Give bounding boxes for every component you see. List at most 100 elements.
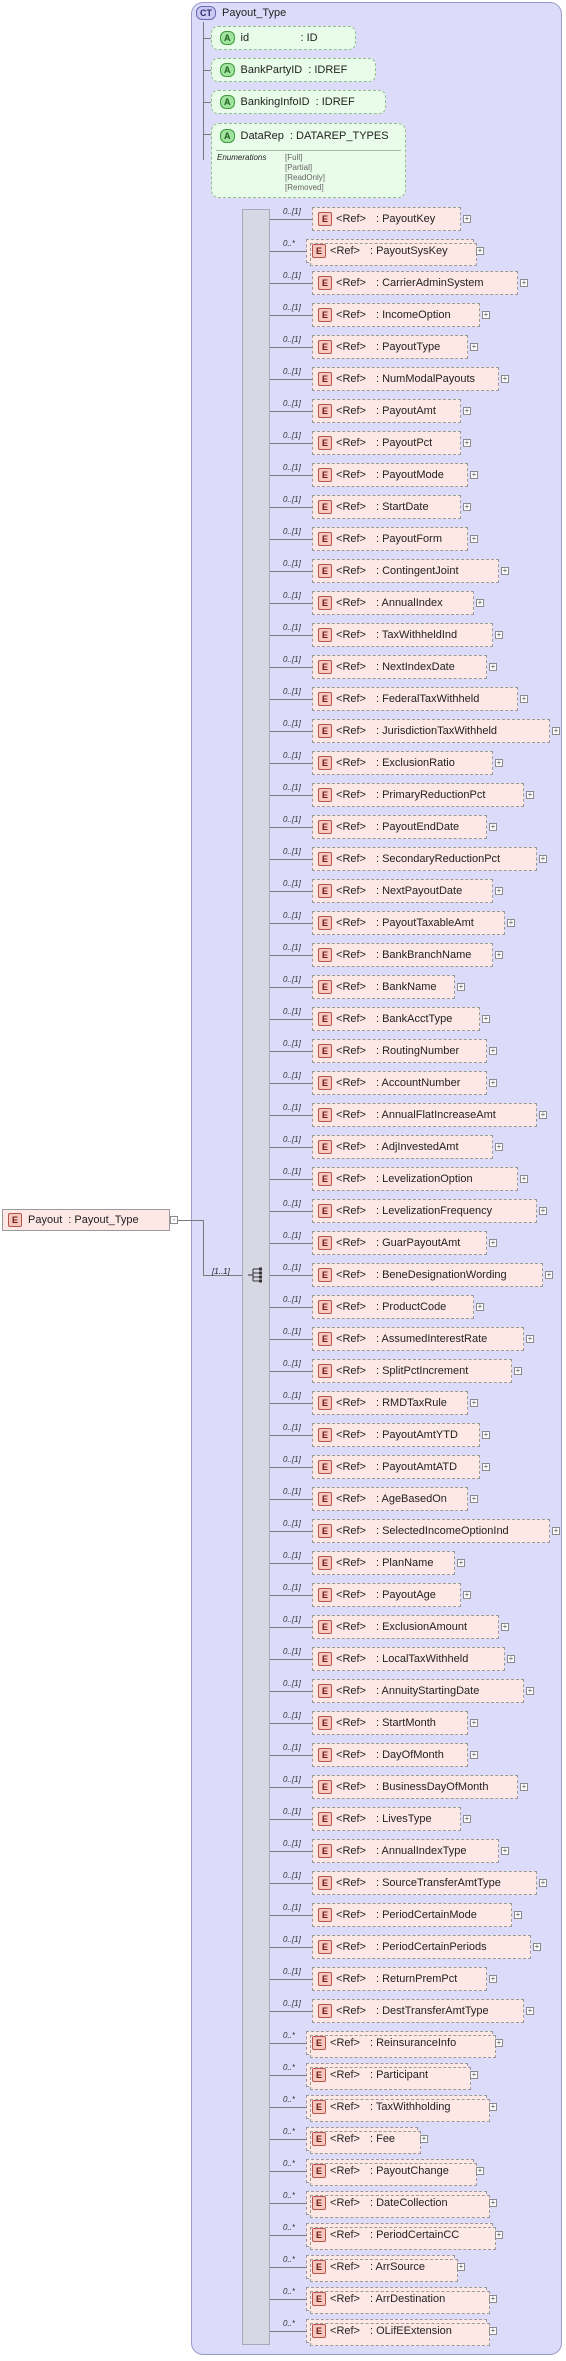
expand-toggle[interactable]: +	[552, 727, 560, 735]
element-ref[interactable]: E <Ref>: PlanName	[312, 1551, 455, 1575]
element-ref[interactable]: E <Ref>: PayoutEndDate	[312, 815, 487, 839]
element-ref[interactable]: E <Ref>: AnnualIndex	[312, 591, 474, 615]
element-ref[interactable]: E <Ref>: PayoutMode	[312, 463, 468, 487]
element-ref[interactable]: E <Ref>: RMDTaxRule	[312, 1391, 468, 1415]
element-ref[interactable]: E <Ref>: BankName	[312, 975, 455, 999]
expand-toggle[interactable]: +	[501, 375, 509, 383]
element-ref[interactable]: E <Ref>: LivesType	[312, 1807, 461, 1831]
element-ref[interactable]: E <Ref>: NextPayoutDate	[312, 879, 493, 903]
expand-toggle[interactable]: +	[526, 791, 534, 799]
expand-toggle[interactable]: +	[482, 311, 490, 319]
expand-toggle[interactable]: +	[463, 1591, 471, 1599]
element-ref[interactable]: E <Ref>: ContingentJoint	[312, 559, 499, 583]
expand-toggle[interactable]: +	[489, 823, 497, 831]
expand-toggle[interactable]: +	[482, 1015, 490, 1023]
expand-toggle[interactable]: +	[539, 1207, 547, 1215]
element-ref[interactable]: E <Ref>: DayOfMonth	[312, 1743, 468, 1767]
element-ref[interactable]: E <Ref>: DestTransferAmtType	[312, 1999, 524, 2023]
element-ref[interactable]: E <Ref>: CarrierAdminSystem	[312, 271, 518, 295]
expand-toggle[interactable]: +	[526, 1687, 534, 1695]
element-ref[interactable]: E <Ref>: ArrSource	[306, 2255, 458, 2282]
element-ref[interactable]: E <Ref>: PayoutForm	[312, 527, 468, 551]
element-ref[interactable]: E <Ref>: StartDate	[312, 495, 461, 519]
attribute-bankpartyid[interactable]: A BankPartyID : IDREF	[211, 58, 376, 82]
element-ref[interactable]: E <Ref>: IncomeOption	[312, 303, 480, 327]
element-ref[interactable]: E <Ref>: BeneDesignationWording	[312, 1263, 543, 1287]
expand-toggle[interactable]: +	[526, 1335, 534, 1343]
expand-toggle[interactable]: +	[457, 983, 465, 991]
root-expand-toggle[interactable]: -	[170, 1216, 178, 1224]
element-ref[interactable]: E <Ref>: PayoutAmtYTD	[312, 1423, 480, 1447]
expand-toggle[interactable]: +	[476, 2167, 484, 2175]
expand-toggle[interactable]: +	[489, 663, 497, 671]
expand-toggle[interactable]: +	[463, 439, 471, 447]
element-ref[interactable]: E <Ref>: StartMonth	[312, 1711, 468, 1735]
element-ref[interactable]: E <Ref>: ProductCode	[312, 1295, 474, 1319]
element-ref[interactable]: E <Ref>: TaxWithheldInd	[312, 623, 493, 647]
expand-toggle[interactable]: +	[501, 1623, 509, 1631]
expand-toggle[interactable]: +	[470, 471, 478, 479]
element-ref[interactable]: E <Ref>: PeriodCertainMode	[312, 1903, 512, 1927]
element-ref[interactable]: E <Ref>: OLifEExtension	[306, 2319, 490, 2346]
element-ref[interactable]: E <Ref>: AccountNumber	[312, 1071, 487, 1095]
element-ref[interactable]: E <Ref>: SecondaryReductionPct	[312, 847, 537, 871]
expand-toggle[interactable]: +	[489, 1239, 497, 1247]
expand-toggle[interactable]: +	[539, 1111, 547, 1119]
element-ref[interactable]: E <Ref>: Participant	[306, 2063, 471, 2090]
expand-toggle[interactable]: +	[526, 2007, 534, 2015]
element-ref[interactable]: E <Ref>: ArrDestination	[306, 2287, 490, 2314]
expand-toggle[interactable]: +	[539, 1879, 547, 1887]
element-ref[interactable]: E <Ref>: LevelizationFrequency	[312, 1199, 537, 1223]
expand-toggle[interactable]: +	[489, 1047, 497, 1055]
expand-toggle[interactable]: +	[495, 631, 503, 639]
expand-toggle[interactable]: +	[495, 759, 503, 767]
element-ref[interactable]: E <Ref>: PayoutPct	[312, 431, 461, 455]
expand-toggle[interactable]: +	[470, 2071, 478, 2079]
element-ref[interactable]: E <Ref>: PayoutAge	[312, 1583, 461, 1607]
expand-toggle[interactable]: +	[520, 695, 528, 703]
element-ref[interactable]: E <Ref>: PeriodCertainCC	[306, 2223, 496, 2250]
expand-toggle[interactable]: +	[489, 1079, 497, 1087]
expand-toggle[interactable]: +	[470, 343, 478, 351]
element-ref[interactable]: E <Ref>: PayoutAmt	[312, 399, 461, 423]
expand-toggle[interactable]: +	[501, 567, 509, 575]
element-ref[interactable]: E <Ref>: JurisdictionTaxWithheld	[312, 719, 550, 743]
expand-toggle[interactable]: +	[476, 247, 484, 255]
expand-toggle[interactable]: +	[463, 407, 471, 415]
expand-toggle[interactable]: +	[545, 1271, 553, 1279]
element-ref[interactable]: E <Ref>: BankBranchName	[312, 943, 493, 967]
root-element-payout[interactable]: E Payout : Payout_Type	[2, 1209, 170, 1231]
expand-toggle[interactable]: +	[457, 2263, 465, 2271]
element-ref[interactable]: E <Ref>: PayoutTaxableAmt	[312, 911, 505, 935]
element-ref[interactable]: E <Ref>: AgeBasedOn	[312, 1487, 468, 1511]
expand-toggle[interactable]: +	[489, 2327, 497, 2335]
expand-toggle[interactable]: +	[489, 2103, 497, 2111]
element-ref[interactable]: E <Ref>: BusinessDayOfMonth	[312, 1775, 518, 1799]
expand-toggle[interactable]: +	[501, 1847, 509, 1855]
element-ref[interactable]: E <Ref>: SplitPctIncrement	[312, 1359, 512, 1383]
expand-toggle[interactable]: +	[470, 1399, 478, 1407]
expand-toggle[interactable]: +	[495, 1143, 503, 1151]
expand-toggle[interactable]: +	[489, 2199, 497, 2207]
expand-toggle[interactable]: +	[470, 1751, 478, 1759]
expand-toggle[interactable]: +	[533, 1943, 541, 1951]
element-ref[interactable]: E <Ref>: DateCollection	[306, 2191, 490, 2218]
element-ref[interactable]: E <Ref>: ExclusionRatio	[312, 751, 493, 775]
element-ref[interactable]: E <Ref>: PayoutType	[312, 335, 468, 359]
expand-toggle[interactable]: +	[507, 919, 515, 927]
element-ref[interactable]: E <Ref>: TaxWithholding	[306, 2095, 490, 2122]
expand-toggle[interactable]: +	[457, 1559, 465, 1567]
expand-toggle[interactable]: +	[495, 2039, 503, 2047]
expand-toggle[interactable]: +	[539, 855, 547, 863]
expand-toggle[interactable]: +	[463, 1815, 471, 1823]
expand-toggle[interactable]: +	[470, 1719, 478, 1727]
element-ref[interactable]: E <Ref>: SelectedIncomeOptionInd	[312, 1519, 550, 1543]
expand-toggle[interactable]: +	[482, 1463, 490, 1471]
expand-toggle[interactable]: +	[463, 215, 471, 223]
attribute-datarep[interactable]: A DataRep : DATAREP_TYPES Enumerations […	[211, 123, 406, 198]
attribute-id[interactable]: A id : ID	[211, 26, 356, 50]
element-ref[interactable]: E <Ref>: AdjInvestedAmt	[312, 1135, 493, 1159]
expand-toggle[interactable]: +	[489, 2295, 497, 2303]
element-ref[interactable]: E <Ref>: Fee	[306, 2127, 421, 2154]
element-ref[interactable]: E <Ref>: SourceTransferAmtType	[312, 1871, 537, 1895]
